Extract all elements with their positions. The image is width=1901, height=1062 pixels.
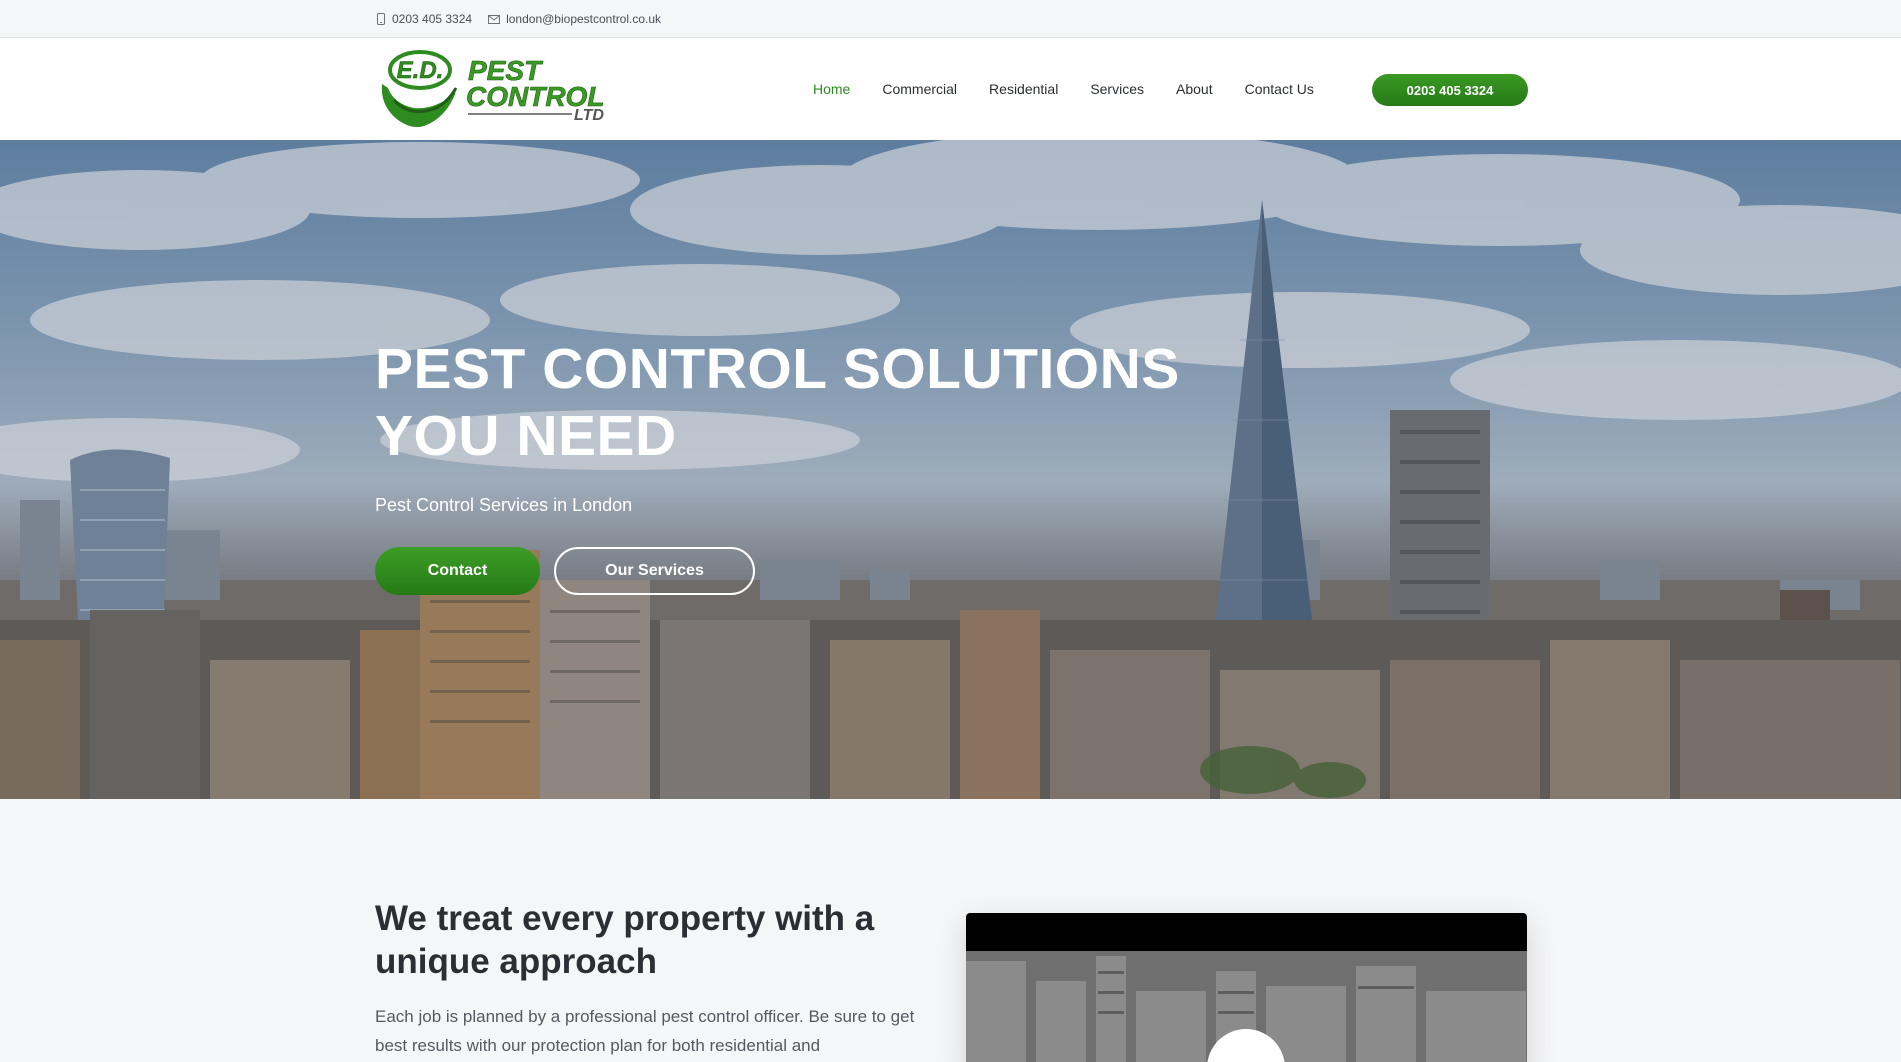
- logo-text-ltd: LTD: [574, 107, 604, 124]
- hero-banner: PEST CONTROL SOLUTIONS YOU NEED Pest Con…: [0, 140, 1901, 799]
- topbar-phone[interactable]: 0203 405 3324: [376, 12, 472, 26]
- nav-home[interactable]: Home: [813, 81, 850, 97]
- logo-emblem-text: E.D.: [397, 57, 444, 84]
- site-header: E.D. PEST CONTROL LTD Home Commercial Re…: [0, 38, 1901, 140]
- hero-our-services-button[interactable]: Our Services: [554, 547, 755, 595]
- phone-icon: [377, 13, 385, 25]
- logo-graphic: E.D. PEST CONTROL LTD: [381, 50, 605, 128]
- top-contact-bar: 0203 405 3324 london@biopestcontrol.co.u…: [0, 0, 1901, 38]
- nav-about[interactable]: About: [1176, 81, 1213, 97]
- nav-services[interactable]: Services: [1090, 81, 1144, 97]
- header-phone-button[interactable]: 0203 405 3324: [1372, 74, 1528, 106]
- video-player[interactable]: [966, 913, 1527, 1062]
- hero-title: PEST CONTROL SOLUTIONS YOU NEED: [375, 337, 1180, 468]
- nav-contact-us[interactable]: Contact Us: [1245, 81, 1314, 97]
- topbar-email-text: london@biopestcontrol.co.uk: [506, 12, 662, 26]
- hero-subtitle: Pest Control Services in London: [375, 495, 633, 515]
- topbar-phone-text: 0203 405 3324: [392, 12, 473, 26]
- main-navigation: Home Commercial Residential Services Abo…: [813, 38, 1346, 140]
- nav-residential[interactable]: Residential: [989, 81, 1058, 97]
- envelope-icon: [488, 14, 501, 24]
- nav-commercial[interactable]: Commercial: [882, 81, 957, 97]
- intro-heading: We treat every property with a unique ap…: [375, 899, 875, 981]
- hero-contact-button[interactable]: Contact: [375, 547, 540, 595]
- topbar-email[interactable]: london@biopestcontrol.co.uk: [488, 12, 661, 26]
- company-logo[interactable]: E.D. PEST CONTROL LTD: [376, 48, 628, 130]
- intro-paragraph: Each job is planned by a professional pe…: [375, 1007, 915, 1055]
